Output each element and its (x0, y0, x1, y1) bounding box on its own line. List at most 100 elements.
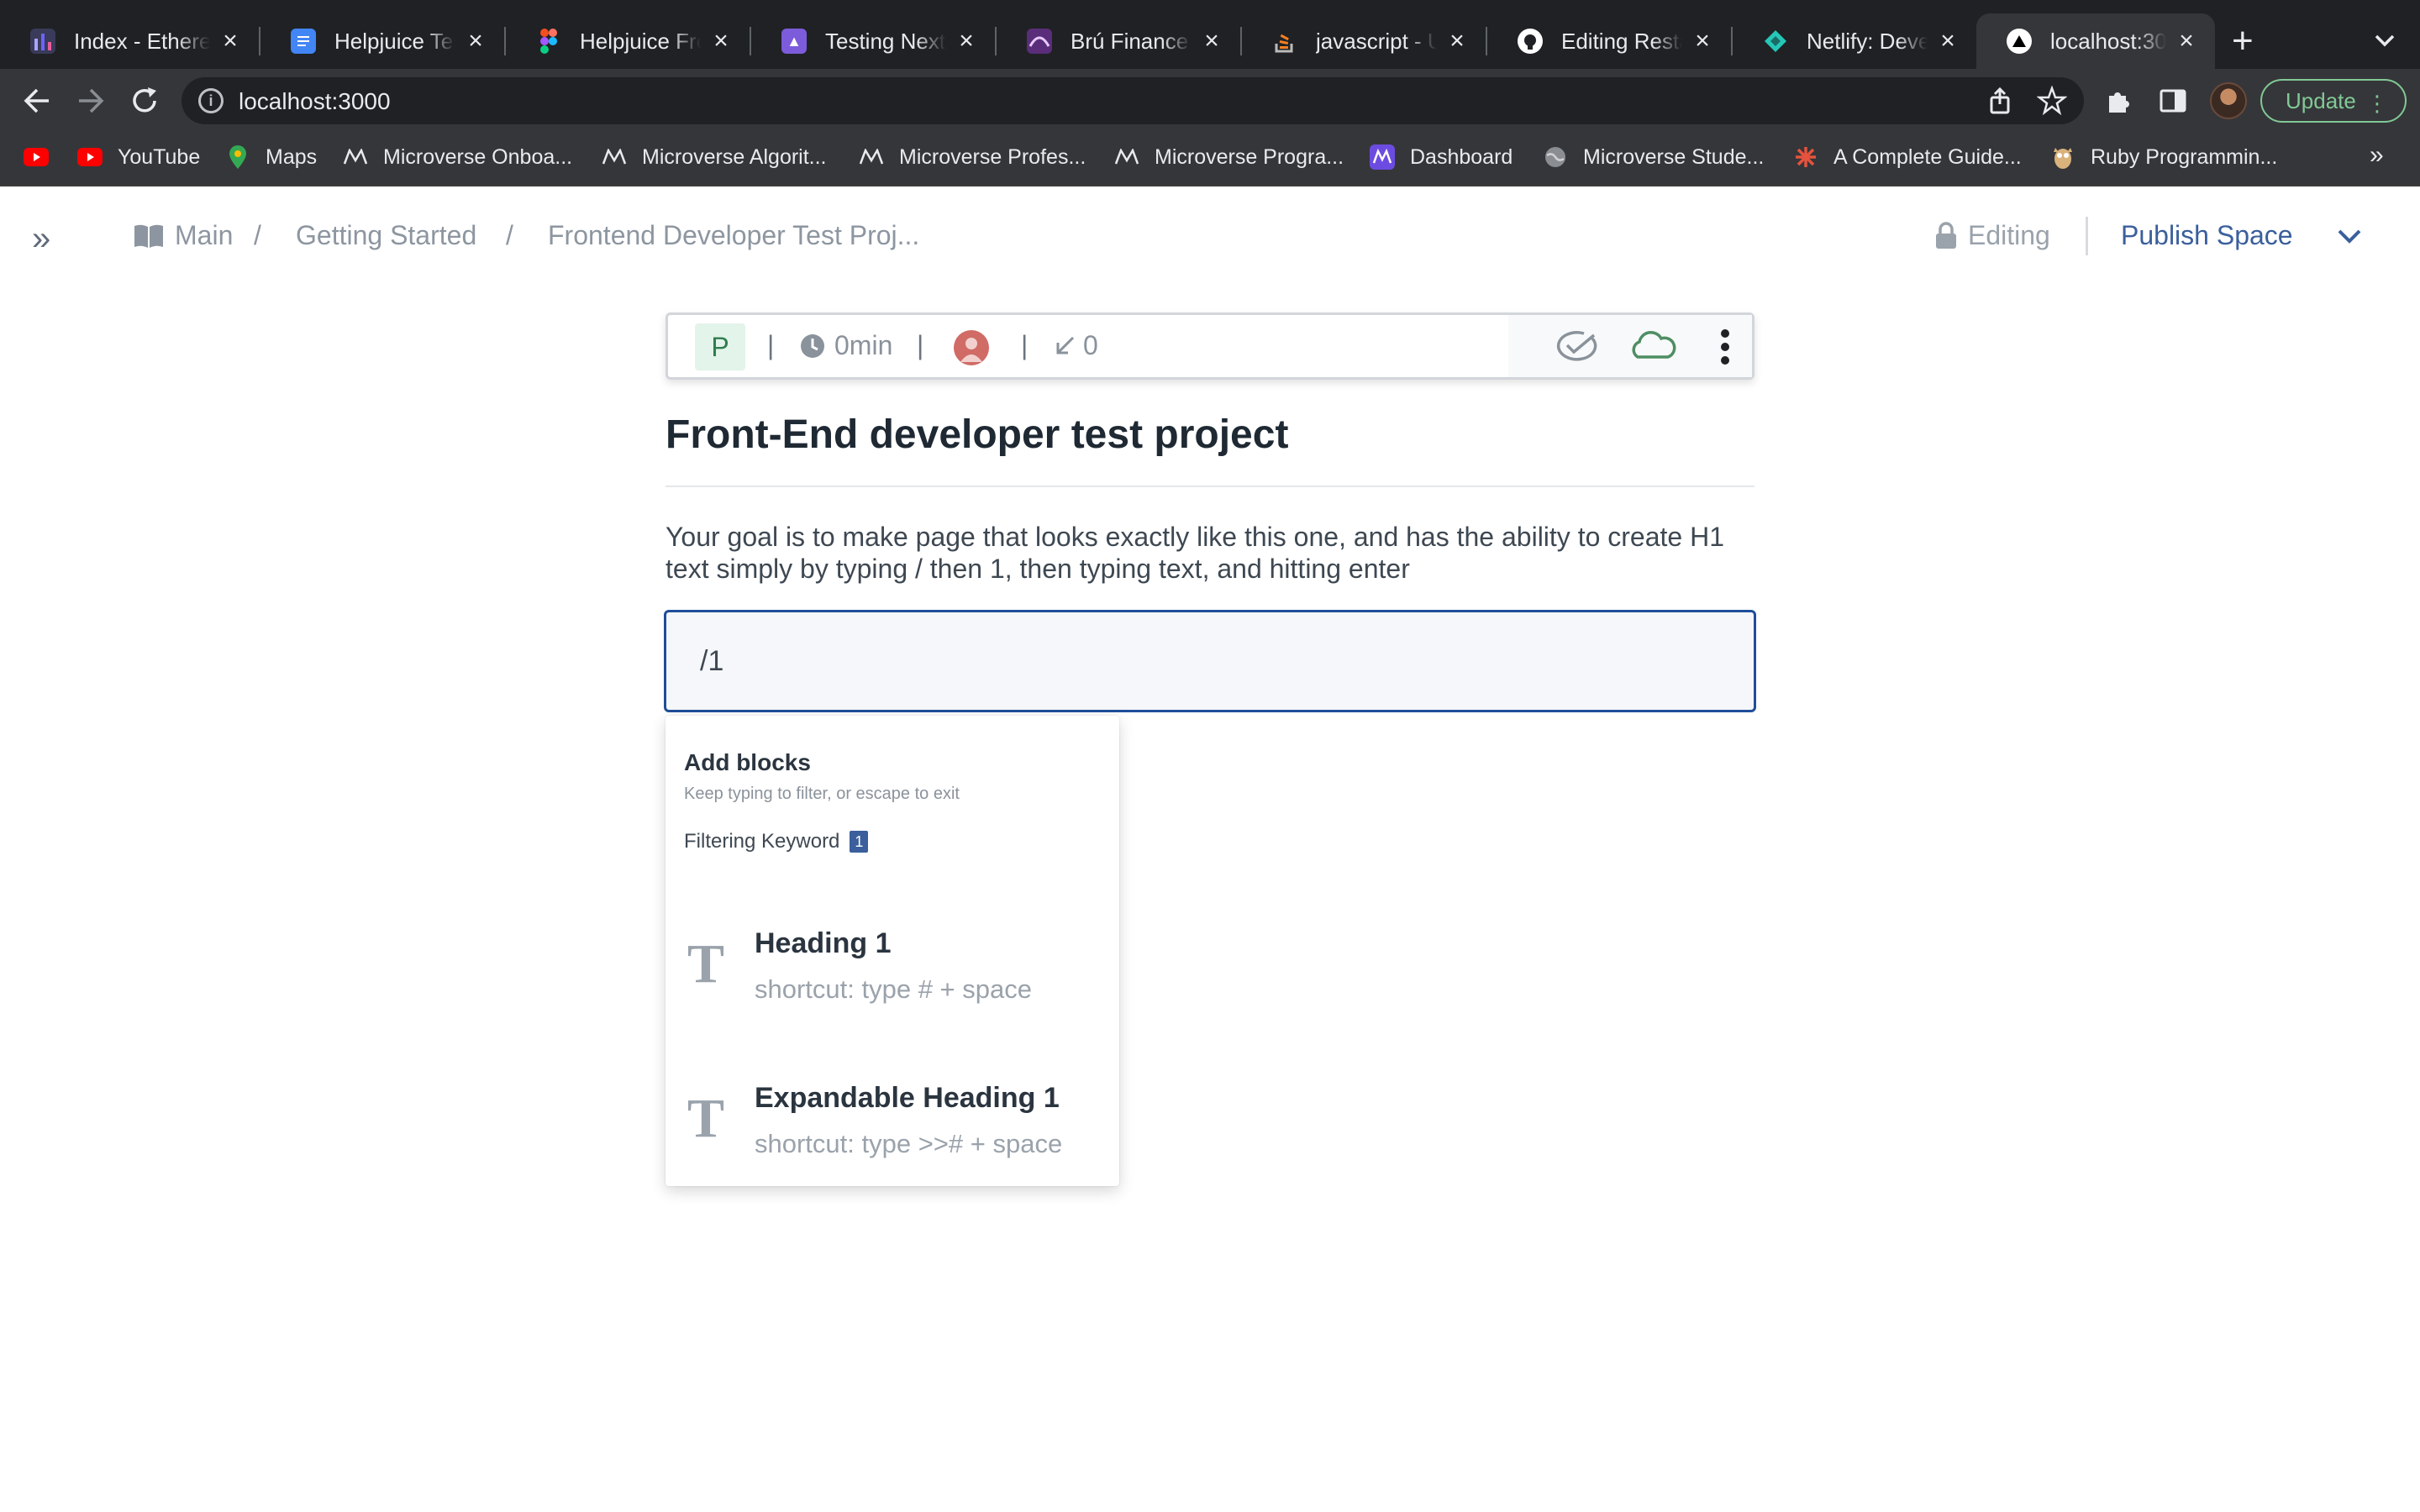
close-tab-icon[interactable]: × (2173, 27, 2200, 55)
close-tab-icon[interactable]: × (217, 27, 244, 55)
filter-keyword-badge: 1 (850, 831, 869, 853)
close-tab-icon[interactable]: × (953, 27, 980, 55)
close-tab-icon[interactable]: × (708, 27, 734, 55)
bookmark-microverse-professional[interactable]: Microverse Profes... (859, 144, 1086, 170)
vercel-icon (2007, 29, 2032, 54)
book-icon (134, 224, 163, 248)
tab-netlify[interactable]: Netlify: Develo × (1733, 13, 1976, 69)
address-bar[interactable]: i localhost:3000 (182, 77, 2084, 124)
reload-icon[interactable] (128, 84, 161, 118)
breadcrumb-frontend-test[interactable]: Frontend Developer Test Proj... (548, 220, 919, 251)
tab-bru-finance[interactable]: Brú Finance × (997, 13, 1240, 69)
close-tab-icon[interactable]: × (1198, 27, 1225, 55)
breadcrumb-main[interactable]: Main (133, 220, 233, 251)
extensions-puzzle-icon[interactable] (2104, 86, 2134, 116)
tab-testing-nextjs[interactable]: ▲ Testing Next.js × (751, 13, 995, 69)
text-type-icon: T (687, 1088, 725, 1149)
intro-paragraph[interactable]: Your goal is to make page that looks exa… (666, 521, 1758, 585)
breadcrumb-label: Frontend Developer Test Proj... (548, 220, 920, 250)
user-icon (960, 338, 982, 362)
tab-title: localhost:3000 (2050, 28, 2166, 54)
chevron-down-icon[interactable] (2333, 223, 2366, 249)
rocket-icon: ▲ (781, 29, 807, 54)
tab-helpjuice-test[interactable]: Helpjuice Test × (260, 13, 504, 69)
asterisk-icon (1793, 144, 1818, 170)
tab-github[interactable]: Editing Restau × (1487, 13, 1731, 69)
ruby-owl-icon (2050, 144, 2075, 170)
bookmark-microverse-student[interactable]: Microverse Stude... (1543, 144, 1764, 170)
more-vert-icon[interactable] (1718, 327, 1732, 367)
bookmark-label: Maps (266, 144, 318, 169)
backlinks-count[interactable]: 0 (1053, 330, 1098, 361)
bru-icon (1027, 29, 1052, 54)
tab-etherscan[interactable]: Index - Ethere × (0, 13, 259, 69)
cloud-saved-icon[interactable] (1628, 330, 1678, 362)
bookmarks-overflow-button[interactable]: » (2370, 141, 2384, 170)
text-type-icon: T (687, 933, 725, 995)
sidebar-toggle-button[interactable]: » (32, 220, 50, 258)
close-tab-icon[interactable]: × (1934, 27, 1961, 55)
bookmark-maps[interactable]: Maps (225, 144, 317, 170)
close-tab-icon[interactable]: × (462, 27, 489, 55)
bookmark-label: A Complete Guide... (1833, 144, 2022, 169)
stackoverflow-icon (1272, 29, 1297, 54)
read-time-value: 0min (834, 330, 893, 360)
close-tab-icon[interactable]: × (1444, 27, 1470, 55)
header-divider (2086, 217, 2088, 255)
microverse-icon (602, 144, 627, 170)
bookmark-label: Microverse Profes... (899, 144, 1086, 169)
filter-indicator: Filtering Keyword 1 (684, 830, 869, 853)
maps-pin-icon (225, 144, 250, 170)
more-vert-icon[interactable]: ⋮ (2366, 91, 2388, 117)
toolbar-separator: | (917, 330, 924, 360)
editing-status: Editing (1934, 220, 2050, 251)
profile-avatar[interactable] (2210, 82, 2247, 119)
lock-icon (1936, 221, 1956, 249)
bookmark-ruby-programming[interactable]: Ruby Programmin... (2050, 144, 2277, 170)
update-button[interactable]: Update ⋮ (2260, 79, 2407, 123)
breadcrumb-separator: / (506, 220, 513, 250)
bookmark-star-icon[interactable] (2037, 86, 2067, 116)
bookmark-dashboard[interactable]: Dashboard (1370, 144, 1512, 170)
menu-item-expandable-heading-1[interactable]: T Expandable Heading 1 shortcut: type >>… (666, 1074, 1119, 1174)
user-avatar[interactable] (954, 330, 989, 365)
bookmark-microverse-algorithms[interactable]: Microverse Algorit... (602, 144, 827, 170)
bookmark-label: Microverse Progra... (1155, 144, 1344, 169)
back-arrow-icon[interactable] (20, 84, 54, 118)
forward-arrow-icon[interactable] (74, 84, 108, 118)
share-icon[interactable] (1985, 86, 2015, 116)
menu-item-label: Heading 1 (755, 927, 892, 959)
editor-toolbar: P | 0min | | 0 (666, 312, 1754, 380)
bookmark-microverse-programming[interactable]: Microverse Progra... (1114, 144, 1344, 170)
chevron-down-icon[interactable] (2370, 25, 2400, 55)
bookmark-youtube[interactable]: YouTube (77, 144, 200, 170)
page-badge[interactable]: P (695, 323, 745, 370)
menu-item-heading-1[interactable]: T Heading 1 shortcut: type # + space (666, 919, 1119, 1020)
google-docs-icon (291, 29, 316, 54)
breadcrumb-label: Getting Started (296, 220, 477, 250)
bookmark-label: Microverse Stude... (1583, 144, 1765, 169)
check-circle-icon[interactable] (1550, 328, 1601, 362)
breadcrumb-separator: / (254, 220, 261, 250)
side-panel-icon[interactable] (2158, 86, 2188, 116)
tab-stackoverflow[interactable]: javascript - Up × (1242, 13, 1486, 69)
tab-title: Brú Finance (1071, 28, 1189, 54)
filter-label: Filtering Keyword (684, 830, 840, 853)
new-tab-button[interactable]: + (2232, 22, 2254, 60)
bookmark-label: YouTube (118, 144, 201, 169)
read-time: 0min (799, 330, 892, 361)
tab-helpjuice-frontend[interactable]: Helpjuice Fron × (506, 13, 750, 69)
breadcrumb-getting-started[interactable]: Getting Started (296, 220, 476, 251)
close-tab-icon[interactable]: × (1689, 27, 1716, 55)
publish-space-button[interactable]: Publish Space (2121, 220, 2293, 251)
bookmark-complete-guide[interactable]: A Complete Guide... (1793, 144, 2022, 170)
block-command-input[interactable] (664, 610, 1756, 712)
bookmark-microverse-onboarding[interactable]: Microverse Onboa... (343, 144, 572, 170)
youtube-icon (24, 144, 49, 170)
site-info-icon[interactable]: i (198, 88, 224, 113)
github-icon (1518, 29, 1543, 54)
arrow-down-left-icon (1056, 336, 1075, 354)
bookmark-youtube-shortcut[interactable] (24, 144, 64, 170)
page-title[interactable]: Front-End developer test project (666, 412, 1288, 458)
bookmark-label: Ruby Programmin... (2091, 144, 2278, 169)
